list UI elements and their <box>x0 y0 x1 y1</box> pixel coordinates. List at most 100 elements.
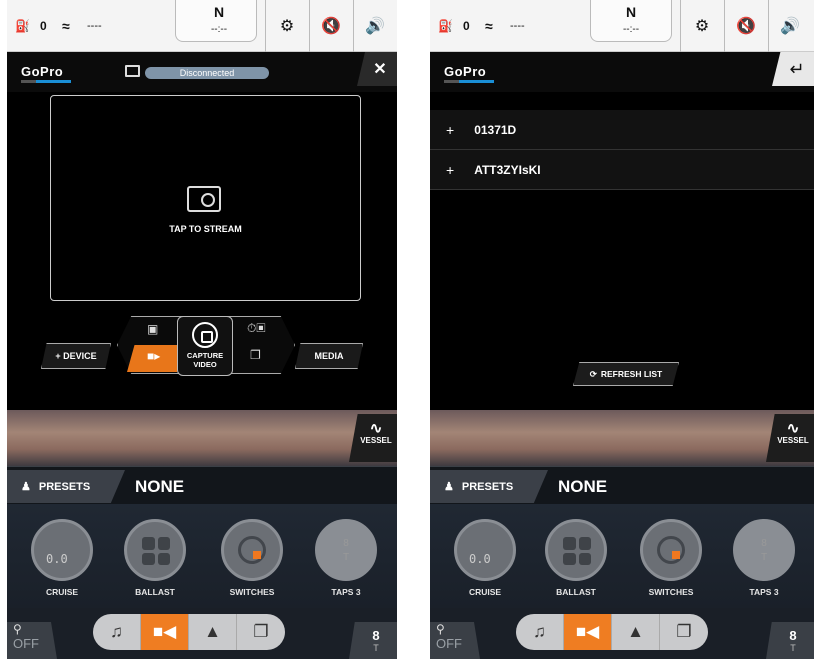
status-bar: ⛽ 0 ≈ ---- N --:-- ⚙ 🔇 🔊 <box>7 0 397 52</box>
dial-row: 0.0 CRUISE BALLAST SWITCHES 8 T TAPS 3 <box>430 504 814 608</box>
back-arrow-icon: ↵ <box>789 58 805 79</box>
cruise-value: 0.0 <box>469 552 491 566</box>
capture-label: CAPTURE VIDEO <box>186 351 224 369</box>
volume-icon[interactable]: 🔊 <box>768 0 812 52</box>
fuel-icon: ⛽ <box>438 19 453 33</box>
video-icon[interactable]: ■◀ <box>141 614 189 650</box>
video-mode-icon: ■▸ <box>147 349 161 363</box>
presets-bar: ♟ PRESETS NONE <box>430 466 814 504</box>
gear-time: --:-- <box>210 24 228 35</box>
gopro-device-list-panel: ⛽ 0 ≈ ---- N --:-- ⚙ 🔇 🔊 GoPro ↵ + 01371… <box>430 0 814 659</box>
navigation-icon[interactable]: ▲ <box>612 614 660 650</box>
add-icon: + <box>446 161 455 178</box>
stream-label: TAP TO STREAM <box>169 224 242 234</box>
taps-quick-value: 8 <box>789 628 797 643</box>
depth-icon: ≈ <box>485 18 493 34</box>
taps-label: TAPS 3 <box>331 587 361 597</box>
switches-dial[interactable] <box>640 519 702 581</box>
navigation-icon[interactable]: ▲ <box>189 614 237 650</box>
preset-value: NONE <box>558 477 608 496</box>
timelapse-mode-icon[interactable]: ⏱▣ <box>247 321 266 336</box>
taps-dial[interactable]: 8 T <box>733 519 795 581</box>
burst-mode-icon[interactable]: ❐ <box>250 348 261 362</box>
music-icon[interactable]: ♫ <box>516 614 564 650</box>
volume-icon[interactable]: 🔊 <box>353 0 397 52</box>
cruise-dial[interactable]: 0.0 <box>31 519 93 581</box>
capture-video-button[interactable]: CAPTURE VIDEO <box>177 316 233 376</box>
presets-label: PRESETS <box>461 480 514 493</box>
fuel-value: 0 <box>40 19 47 33</box>
connection-status: Disconnected <box>145 67 269 79</box>
vessel-pulse-icon: ∿ <box>786 420 800 437</box>
gear-position: N <box>213 4 225 20</box>
ballast-dial[interactable] <box>545 519 607 581</box>
presets-bar: ♟ PRESETS NONE <box>7 466 397 504</box>
add-device-button[interactable]: + DEVICE <box>41 343 111 369</box>
device-list: + 01371D + ATT3ZYIsKI <box>430 110 814 190</box>
taps-quick-value: 8 <box>372 628 380 643</box>
cruise-label: CRUISE <box>45 587 79 597</box>
speedometer-icon: ⚲ <box>13 622 22 636</box>
vessel-pulse-icon: ∿ <box>369 420 383 437</box>
cruise-label: CRUISE <box>468 587 502 597</box>
pages-icon[interactable]: ❐ <box>237 614 285 650</box>
switches-icon <box>657 536 685 564</box>
pages-icon[interactable]: ❐ <box>660 614 708 650</box>
off-label: OFF <box>436 636 462 651</box>
switches-label: SWITCHES <box>229 587 275 597</box>
switches-label: SWITCHES <box>648 587 694 597</box>
off-label: OFF <box>13 636 39 651</box>
app-nav: ♫ ■◀ ▲ ❐ <box>93 614 285 650</box>
refresh-icon: ⟳ <box>589 368 597 379</box>
presets-tab[interactable]: ♟ PRESETS <box>7 470 125 503</box>
taps-quick-unit: T <box>373 643 379 653</box>
gopro-header: GoPro Disconnected <box>7 52 397 92</box>
taps-unit: T <box>760 552 768 563</box>
background-scenery <box>430 410 814 466</box>
settings-gear-icon[interactable]: ⚙ <box>680 0 724 52</box>
refresh-list-button[interactable]: ⟳ REFRESH LIST <box>573 362 679 386</box>
mute-icon[interactable]: 🔇 <box>309 0 353 52</box>
ballast-label: BALLAST <box>135 587 175 597</box>
music-icon[interactable]: ♫ <box>93 614 141 650</box>
preset-value: NONE <box>135 477 185 496</box>
mute-icon[interactable]: 🔇 <box>724 0 768 52</box>
presets-tab[interactable]: ♟ PRESETS <box>430 470 548 503</box>
settings-gear-icon[interactable]: ⚙ <box>265 0 309 52</box>
app-nav: ♫ ■◀ ▲ ❐ <box>516 614 708 650</box>
gopro-header: GoPro <box>430 52 814 92</box>
add-icon: + <box>446 121 455 138</box>
gopro-control-panel: ⛽ 0 ≈ ---- N --:-- ⚙ 🔇 🔊 GoPro Disconnec… <box>7 0 397 659</box>
taps-dial[interactable]: 8 T <box>315 519 377 581</box>
device-row[interactable]: + ATT3ZYIsKI <box>430 150 814 190</box>
taps-unit: T <box>342 552 350 563</box>
stream-preview[interactable]: TAP TO STREAM <box>50 95 361 301</box>
ballast-icon <box>563 537 591 565</box>
cruise-dial[interactable]: 0.0 <box>454 519 516 581</box>
video-icon[interactable]: ■◀ <box>564 614 612 650</box>
presets-label: PRESETS <box>38 480 91 493</box>
switches-indicator <box>253 551 261 559</box>
person-icon: ♟ <box>444 481 454 493</box>
device-name: ATT3ZYIsKI <box>474 162 541 177</box>
depth-value: ---- <box>510 20 525 32</box>
photo-mode-icon[interactable]: ▣ <box>147 322 158 336</box>
ballast-dial[interactable] <box>124 519 186 581</box>
switches-indicator <box>672 551 680 559</box>
cruise-off-tab[interactable]: ⚲ OFF <box>430 622 480 659</box>
status-bar: ⛽ 0 ≈ ---- N --:-- ⚙ 🔇 🔊 <box>430 0 814 52</box>
taps-value: 8 <box>343 538 349 549</box>
bottom-bar: ⚲ OFF ♫ ■◀ ▲ ❐ 8 T <box>430 608 814 659</box>
device-row[interactable]: + 01371D <box>430 110 814 150</box>
bottom-bar: ⚲ OFF ♫ ■◀ ▲ ❐ 8 T <box>7 608 397 659</box>
media-button[interactable]: MEDIA <box>295 343 363 369</box>
taps-quick-tab[interactable]: 8 T <box>349 622 397 659</box>
camera-stream-icon <box>187 186 221 212</box>
refresh-label: REFRESH LIST <box>600 369 663 379</box>
switches-dial[interactable] <box>221 519 283 581</box>
switches-icon <box>238 536 266 564</box>
cruise-off-tab[interactable]: ⚲ OFF <box>7 622 57 659</box>
depth-value: ---- <box>87 20 102 32</box>
cruise-value: 0.0 <box>46 552 68 566</box>
taps-quick-tab[interactable]: 8 T <box>766 622 814 659</box>
